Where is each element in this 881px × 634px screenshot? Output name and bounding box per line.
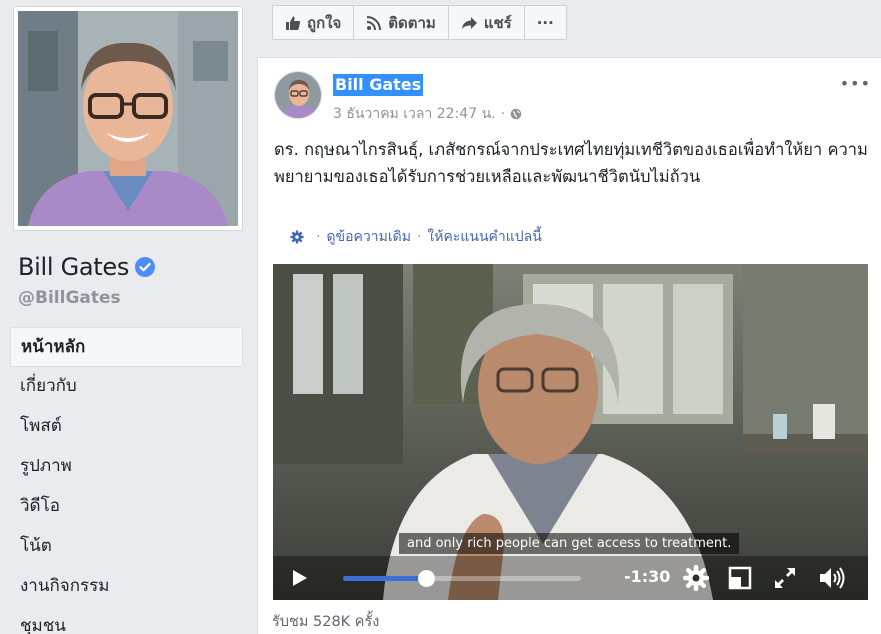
post-card: Bill Gates 3 ธันวาคม เวลา 22:47 น. · •••…: [257, 57, 881, 634]
translate-separator-1: ·: [316, 229, 321, 245]
share-button[interactable]: แชร์: [449, 6, 525, 39]
profile-picture[interactable]: [13, 6, 243, 231]
play-icon[interactable]: [291, 568, 309, 588]
page-action-bar: ถูกใจ ติดตาม แชร์ ···: [272, 5, 567, 40]
rate-translation-link[interactable]: ให้คะแนนคำแปลนี้: [427, 226, 541, 248]
post-options-button[interactable]: •••: [840, 74, 871, 93]
post-meta: 3 ธันวาคม เวลา 22:47 น. ·: [333, 103, 522, 125]
view-count: รับชม 528K ครั้ง: [272, 614, 380, 630]
video-progress-bar[interactable]: [343, 570, 581, 587]
picture-in-picture-icon[interactable]: [728, 566, 752, 590]
video-time-remaining: -1:30: [624, 567, 671, 586]
fullscreen-icon[interactable]: [773, 566, 797, 590]
gear-icon[interactable]: [290, 230, 304, 244]
nav-item-videos[interactable]: วิดีโอ: [10, 487, 243, 527]
translate-separator-2: ·: [416, 229, 422, 245]
video-progress-thumb[interactable]: [418, 570, 436, 587]
page-name[interactable]: Bill Gates: [18, 253, 129, 281]
globe-icon[interactable]: [510, 108, 522, 120]
follow-label: ติดตาม: [388, 13, 436, 32]
post-text: ดร. กฤษณาไกรสินธุ์, เภสัชกรณ์จากประเทศไท…: [274, 140, 868, 186]
follow-button[interactable]: ติดตาม: [354, 6, 449, 39]
share-label: แชร์: [483, 13, 512, 32]
page-name-row: Bill Gates: [18, 253, 156, 281]
page-nav: หน้าหลัก เกี่ยวกับ โพสต์ รูปภาพ วิดีโอ โ…: [10, 327, 243, 634]
nav-item-about[interactable]: เกี่ยวกับ: [10, 367, 243, 407]
share-arrow-icon: [461, 16, 477, 29]
translation-bar: · ดูข้อความเดิม · ให้คะแนนคำแปลนี้: [290, 226, 542, 248]
post-timestamp[interactable]: 3 ธันวาคม เวลา 22:47 น.: [333, 103, 496, 125]
video-subtitle: and only rich people can get access to t…: [399, 533, 740, 554]
settings-gear-icon[interactable]: [683, 565, 709, 591]
like-button[interactable]: ถูกใจ: [273, 6, 355, 39]
post-author-name[interactable]: Bill Gates: [333, 74, 424, 96]
nav-item-photos[interactable]: รูปภาพ: [10, 447, 243, 487]
rss-icon: [367, 15, 382, 30]
thumbs-up-icon: [286, 16, 301, 30]
post-author-avatar[interactable]: [274, 71, 322, 119]
left-column: Bill Gates @BillGates หน้าหลัก เกี่ยวกับ…: [0, 0, 256, 634]
nav-item-events[interactable]: งานกิจกรรม: [10, 567, 243, 607]
like-label: ถูกใจ: [307, 13, 342, 32]
more-actions-button[interactable]: ···: [525, 6, 566, 39]
nav-item-notes[interactable]: โน้ต: [10, 527, 243, 567]
video-controls: -1:30: [273, 556, 868, 600]
meta-separator: ·: [500, 106, 506, 122]
nav-item-posts[interactable]: โพสต์: [10, 407, 243, 447]
page-handle[interactable]: @BillGates: [18, 288, 121, 308]
more-actions-label: ···: [536, 13, 554, 32]
nav-item-home[interactable]: หน้าหลัก: [10, 327, 243, 367]
volume-icon[interactable]: [818, 566, 846, 590]
nav-item-community[interactable]: ชุมชน: [10, 607, 243, 634]
video-player[interactable]: and only rich people can get access to t…: [273, 264, 868, 600]
profile-photo: [18, 11, 238, 226]
see-original-link[interactable]: ดูข้อความเดิม: [326, 226, 411, 248]
verified-badge-icon: [135, 257, 156, 277]
video-progress-fill: [343, 576, 427, 581]
